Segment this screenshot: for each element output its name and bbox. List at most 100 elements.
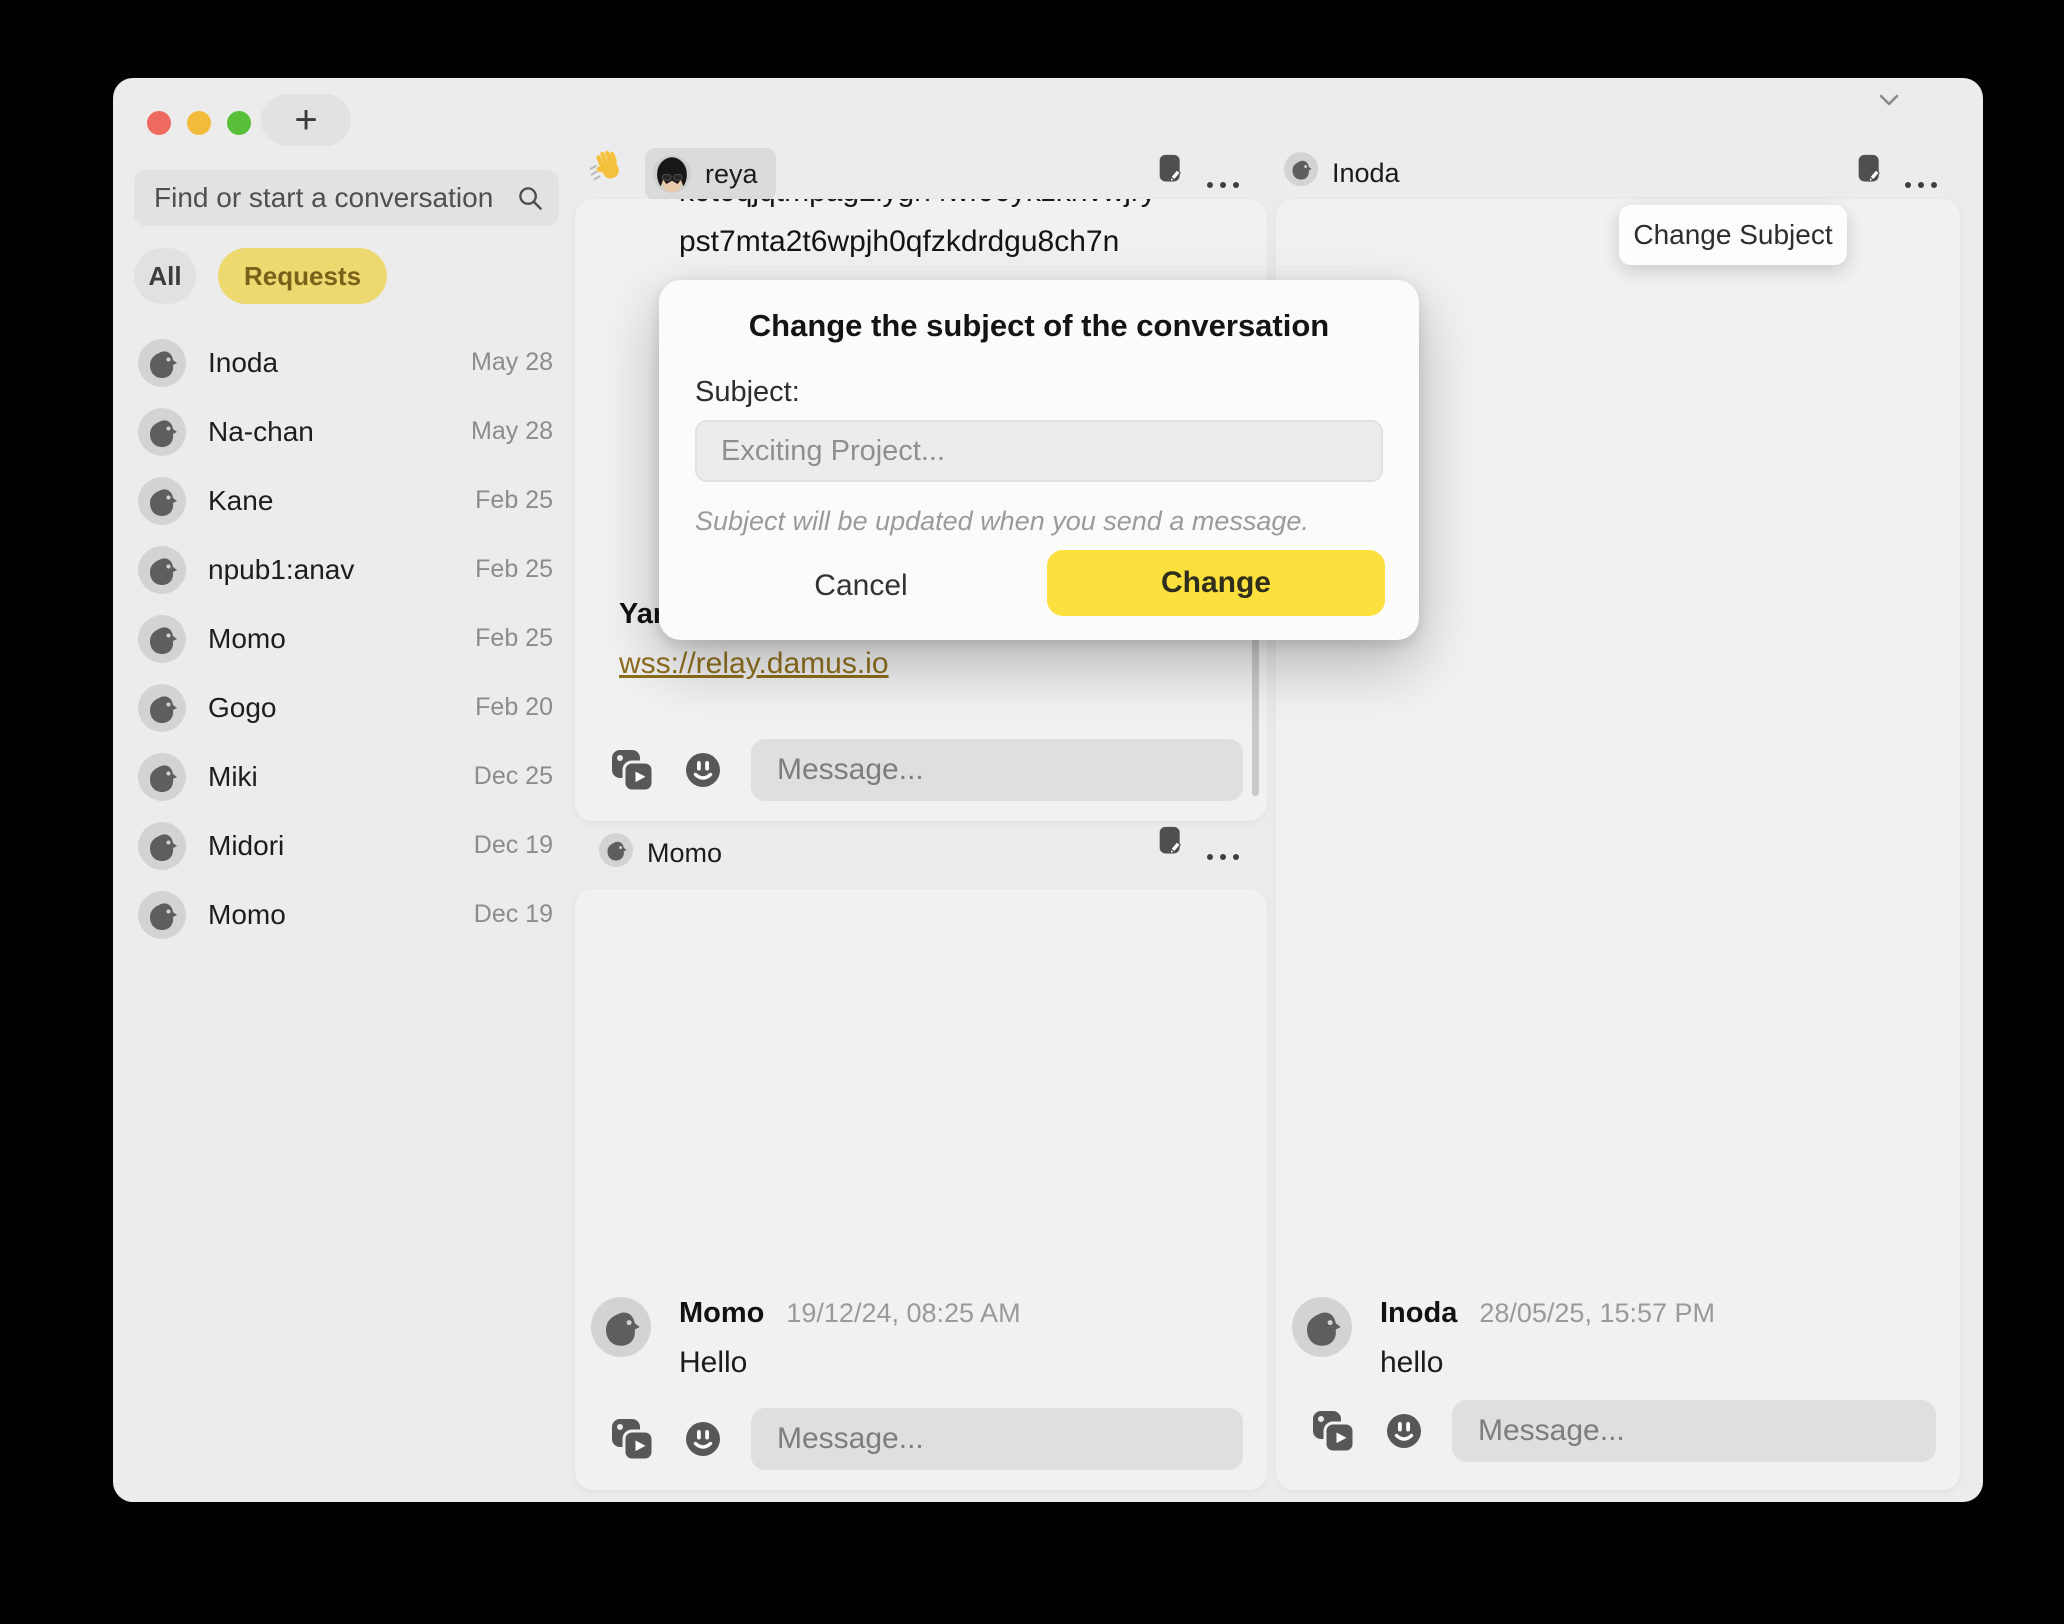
conversation-name: Kane (208, 485, 475, 517)
subject-note: Subject will be updated when you send a … (695, 506, 1309, 537)
chat-title-momo: Momo (647, 838, 722, 869)
momo-emoji-button[interactable] (683, 1419, 723, 1459)
dialog-title: Change the subject of the conversation (659, 308, 1419, 344)
chat-title-chip-reya[interactable]: reya (645, 148, 776, 200)
message-avatar (1292, 1297, 1352, 1380)
conversation-avatar (138, 753, 186, 801)
reya-media-button[interactable] (609, 747, 655, 793)
ellipsis-icon (1207, 170, 1239, 200)
momo-more-options-button[interactable] (1207, 842, 1239, 872)
conversation-date: May 28 (471, 348, 553, 377)
change-subject-tooltip: Change Subject (1619, 205, 1847, 265)
inoda-more-options-button[interactable] (1905, 170, 1937, 200)
conversation-row-npub1anav[interactable]: npub1:anavFeb 25 (133, 535, 565, 604)
conversation-date: Feb 25 (475, 624, 553, 653)
message-timestamp: 19/12/24, 08:25 AM (786, 1298, 1020, 1329)
momo-media-button[interactable] (609, 1416, 655, 1462)
conversation-row-miki[interactable]: MikiDec 25 (133, 742, 565, 811)
cancel-button[interactable]: Cancel (769, 558, 953, 614)
media-attach-icon (609, 1416, 655, 1462)
close-window-button[interactable] (147, 111, 171, 135)
ostrich-avatar-icon (599, 833, 633, 867)
conversation-date: Feb 25 (475, 486, 553, 515)
change-subject-dialog: Change the subject of the conversation S… (659, 280, 1419, 640)
conversation-name: Gogo (208, 692, 475, 724)
message-sender: Momo (679, 1297, 764, 1330)
conversation-name: Momo (208, 623, 475, 655)
minimize-window-button[interactable] (187, 111, 211, 135)
momo-message-input[interactable] (751, 1408, 1243, 1470)
new-tab-button[interactable]: + (261, 94, 351, 146)
note-edit-icon (1857, 154, 1882, 184)
chevron-down-icon[interactable] (1879, 94, 1899, 106)
conversation-row-momo-2[interactable]: MomoDec 19 (133, 880, 565, 949)
chat-panel-momo: Momo 19/12/24, 08:25 AM Hello (575, 889, 1267, 1490)
media-attach-icon (609, 747, 655, 793)
conversation-list: InodaMay 28 Na-chanMay 28 KaneFeb 25 npu… (133, 328, 565, 949)
filter-all-tab[interactable]: All (134, 248, 196, 304)
reya-message-input[interactable] (751, 739, 1243, 801)
conversation-avatar (138, 822, 186, 870)
note-edit-icon (1158, 826, 1183, 856)
note-edit-icon (1158, 154, 1183, 184)
ostrich-avatar-icon (138, 891, 186, 939)
conversation-name: Miki (208, 761, 474, 793)
wave-icon (587, 148, 625, 186)
traffic-lights (147, 111, 251, 135)
ostrich-avatar-icon (1284, 152, 1318, 186)
ostrich-avatar-icon (138, 339, 186, 387)
inoda-emoji-button[interactable] (1384, 1411, 1424, 1451)
conversation-avatar (138, 408, 186, 456)
app-window: + All Requests InodaMay 28 Na-chanMay 2 (113, 78, 1983, 1502)
relay-link[interactable]: wss://relay.damus.io (619, 647, 889, 681)
search-input[interactable] (152, 181, 517, 215)
filter-requests-tab[interactable]: Requests (218, 248, 387, 304)
reya-change-subject-button[interactable] (1158, 154, 1183, 184)
inoda-media-button[interactable] (1310, 1408, 1356, 1454)
emoji-smiley-icon (683, 1419, 723, 1459)
reya-composer (609, 739, 1243, 801)
npub-line: pst7mta2t6wpjh0qfzkdrdgu8ch7n (679, 225, 1119, 259)
conversation-date: May 28 (471, 417, 553, 446)
conversation-row-kane[interactable]: KaneFeb 25 (133, 466, 565, 535)
inoda-change-subject-button[interactable] (1857, 154, 1882, 184)
ostrich-avatar-icon (138, 753, 186, 801)
momo-header-avatar (599, 833, 633, 867)
inoda-message-input[interactable] (1452, 1400, 1936, 1462)
emoji-smiley-icon (1384, 1411, 1424, 1451)
conversation-name: npub1:anav (208, 554, 475, 586)
conversation-date: Dec 19 (474, 900, 553, 929)
conversation-row-inoda[interactable]: InodaMay 28 (133, 328, 565, 397)
screenshot-root: + All Requests InodaMay 28 Na-chanMay 2 (0, 0, 2064, 1624)
subject-label: Subject: (695, 376, 800, 409)
conversation-row-midori[interactable]: MidoriDec 19 (133, 811, 565, 880)
conversation-row-momo[interactable]: MomoFeb 25 (133, 604, 565, 673)
npub-line-clipped: k0t0qjqtmpag2lygh4wf00ykzknvwjry (679, 199, 1239, 217)
reya-emoji-button[interactable] (683, 750, 723, 790)
ostrich-avatar-icon (1292, 1297, 1352, 1357)
conversation-avatar (138, 546, 186, 594)
conversation-name: Na-chan (208, 416, 471, 448)
momo-change-subject-button[interactable] (1158, 826, 1183, 856)
reya-more-options-button[interactable] (1207, 170, 1239, 200)
message-avatar (591, 1297, 651, 1380)
conversation-row-gogo[interactable]: GogoFeb 20 (133, 673, 565, 742)
conversation-date: Feb 25 (475, 555, 553, 584)
subject-input[interactable] (695, 420, 1383, 482)
zoom-window-button[interactable] (227, 111, 251, 135)
ostrich-avatar-icon (591, 1297, 651, 1357)
conversation-avatar (138, 339, 186, 387)
change-button[interactable]: Change (1047, 550, 1385, 616)
search-icon (517, 185, 544, 212)
conversation-name: Momo (208, 899, 474, 931)
conversation-avatar (138, 891, 186, 939)
conversation-filters: All Requests (134, 248, 387, 304)
conversation-row-na-chan[interactable]: Na-chanMay 28 (133, 397, 565, 466)
reya-avatar-holder (653, 155, 691, 193)
message-momo: Momo 19/12/24, 08:25 AM Hello (591, 1297, 1021, 1380)
message-inoda: Inoda 28/05/25, 15:57 PM hello (1292, 1297, 1715, 1380)
chat-title: reya (705, 159, 758, 190)
message-timestamp: 28/05/25, 15:57 PM (1479, 1298, 1715, 1329)
ellipsis-icon (1207, 842, 1239, 872)
conversation-date: Dec 19 (474, 831, 553, 860)
